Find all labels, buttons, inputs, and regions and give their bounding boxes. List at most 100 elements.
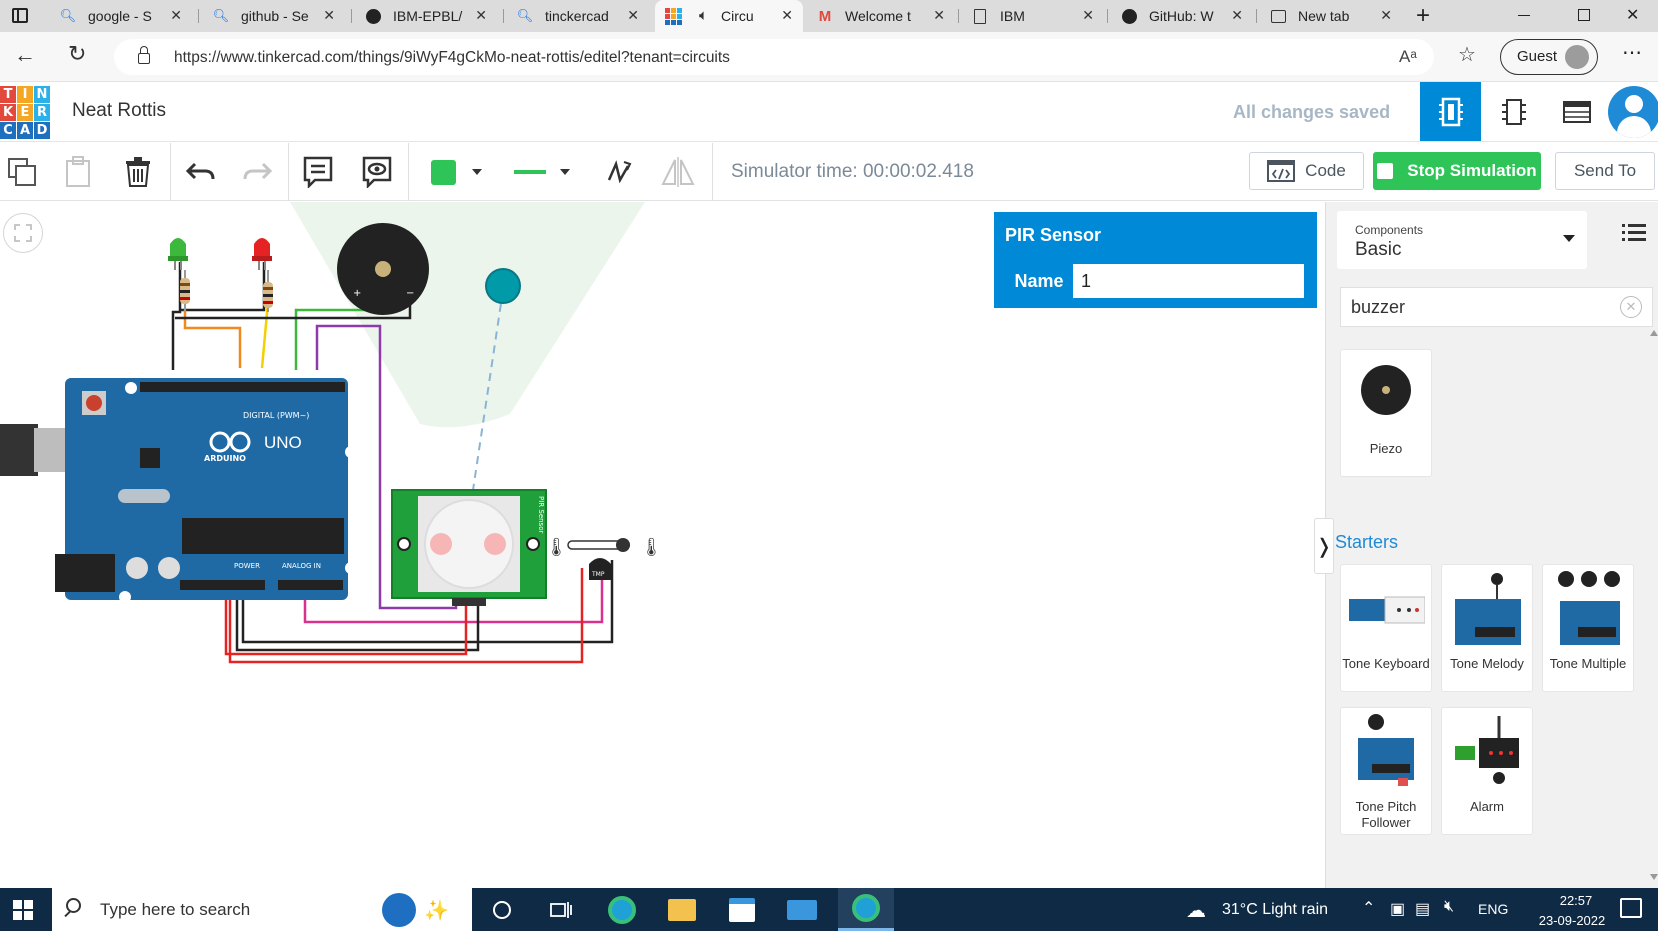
network-icon[interactable]: ▤	[1415, 899, 1430, 919]
collapse-panel-button[interactable]: ❭	[1314, 518, 1334, 574]
taskbar-file-explorer[interactable]	[662, 888, 702, 931]
circuit-canvas[interactable]: + − DIGITAL (PWM~) UNO ARDUINO POWER ANA…	[0, 202, 1325, 888]
notifications-icon[interactable]	[1620, 898, 1642, 918]
tab-google[interactable]: 🔍︎ google - S ✕	[50, 0, 192, 32]
clock-date[interactable]: 23-09-2022	[1527, 913, 1617, 928]
more-icon[interactable]: ⋯	[1622, 40, 1643, 65]
list-view-button[interactable]	[1622, 224, 1646, 247]
delete-button[interactable]	[118, 143, 158, 201]
search-highlight-icon[interactable]	[382, 893, 416, 927]
weather-text[interactable]: 31°C Light rain	[1222, 901, 1328, 919]
tab-github-w[interactable]: GitHub: W ✕	[1111, 0, 1253, 32]
new-tab-plus-icon[interactable]: +	[1416, 2, 1430, 30]
starter-card-tone-melody[interactable]: Tone Melody	[1441, 564, 1533, 692]
close-icon[interactable]: ✕	[170, 7, 182, 24]
tab-github-search[interactable]: 🔍︎ github - Se ✕	[203, 0, 345, 32]
close-icon[interactable]: ✕	[1231, 7, 1243, 24]
components-dropdown[interactable]: Components Basic	[1337, 211, 1587, 269]
starter-card-alarm[interactable]: Alarm	[1441, 707, 1533, 835]
tab-circuits-active[interactable]: 🔈︎ Circu ✕	[655, 0, 803, 32]
temperature-slider[interactable]: 🌡︎ 🌡︎	[545, 537, 663, 558]
undo-button[interactable]	[180, 143, 220, 201]
meet-now-icon[interactable]: ▣	[1390, 899, 1405, 919]
task-view-button[interactable]	[546, 888, 576, 931]
tab-new-tab[interactable]: New tab ✕	[1260, 0, 1402, 32]
schematic-view-button[interactable]	[1483, 82, 1544, 141]
copy-button[interactable]	[2, 143, 42, 201]
component-list-button[interactable]	[1546, 82, 1607, 141]
close-icon[interactable]: ✕	[1380, 7, 1392, 24]
send-to-button[interactable]: Send To	[1555, 152, 1655, 190]
color-picker[interactable]	[420, 143, 492, 201]
language-indicator[interactable]: ENG	[1478, 901, 1508, 917]
weather-icon[interactable]: ☁	[1186, 898, 1206, 923]
close-icon[interactable]: ✕	[475, 7, 487, 24]
window-close-icon[interactable]: ✕	[1626, 5, 1639, 25]
cortana-button[interactable]	[487, 888, 517, 931]
restore-icon[interactable]	[1578, 9, 1590, 21]
favorites-icon[interactable]: ☆	[1458, 42, 1476, 67]
back-icon[interactable]: ←	[14, 42, 36, 68]
reload-icon[interactable]: ↻	[68, 41, 86, 67]
project-title[interactable]: Neat Rottis	[72, 100, 166, 122]
arduino-uno-board[interactable]: DIGITAL (PWM~) UNO ARDUINO POWER ANALOG …	[0, 378, 357, 603]
taskbar-search[interactable]: Type here to search ✨	[52, 888, 472, 931]
scroll-down-icon[interactable]	[1650, 874, 1658, 880]
close-icon[interactable]: ✕	[627, 7, 639, 24]
lock-icon[interactable]	[138, 53, 150, 64]
close-icon[interactable]: ✕	[781, 7, 793, 24]
tab-actions-icon[interactable]	[12, 8, 28, 23]
taskbar-edge-active[interactable]	[838, 888, 894, 931]
profile-button[interactable]: Guest	[1500, 39, 1598, 75]
wire-black-led[interactable]	[171, 262, 182, 370]
wire-black-led2[interactable]	[180, 262, 266, 312]
start-button[interactable]	[0, 888, 46, 931]
chevron-up-icon[interactable]: ⌃	[1362, 898, 1375, 918]
rotate-button[interactable]	[598, 143, 638, 201]
clear-search-icon[interactable]: ✕	[1620, 296, 1642, 318]
motion-target[interactable]	[485, 268, 521, 304]
tmp36-sensor[interactable]: TMP	[589, 558, 611, 580]
tab-tinckercad-search[interactable]: 🔍︎ tinckercad ✕	[507, 0, 649, 32]
paste-button[interactable]	[58, 143, 98, 201]
minimize-icon[interactable]	[1518, 15, 1530, 16]
resistor-1[interactable]	[180, 270, 190, 312]
redo-button[interactable]	[238, 143, 278, 201]
read-aloud-icon[interactable]: Aᵃ	[1399, 47, 1417, 67]
taskbar-store[interactable]	[722, 888, 762, 931]
starter-card-tone-keyboard[interactable]: Tone Keyboard	[1340, 564, 1432, 692]
taskbar-edge[interactable]	[602, 888, 642, 931]
taskbar-mail[interactable]	[782, 888, 822, 931]
led-red[interactable]	[252, 238, 272, 270]
code-button[interactable]: Code	[1249, 152, 1364, 190]
tab-ibm[interactable]: IBM ✕	[962, 0, 1104, 32]
component-search-input[interactable]	[1351, 288, 1611, 326]
wire-type-picker[interactable]	[506, 143, 578, 201]
address-field[interactable]: https://www.tinkercad.com/things/9iWyF4g…	[114, 39, 1434, 75]
circuit-drawing[interactable]: + − DIGITAL (PWM~) UNO ARDUINO POWER ANA…	[0, 202, 700, 682]
starter-card-tone-pitch-follower[interactable]: Tone Pitch Follower	[1340, 707, 1432, 835]
tinkercad-logo[interactable]: T I N K E R C A D	[0, 86, 50, 139]
flip-button[interactable]	[658, 143, 698, 201]
clock-time[interactable]: 22:57	[1540, 893, 1612, 908]
close-icon[interactable]: ✕	[933, 7, 945, 24]
close-icon[interactable]: ✕	[1082, 7, 1094, 24]
stop-simulation-button[interactable]: Stop Simulation	[1373, 152, 1541, 190]
inspector-name-field[interactable]: 1	[1081, 271, 1091, 292]
pir-sensor[interactable]: PIR Sensor	[391, 489, 547, 606]
led-green[interactable]	[168, 238, 188, 270]
volume-muted-icon[interactable]: 🔇︎	[1444, 898, 1454, 916]
tab-ibm-epbl[interactable]: IBM-EPBL/ ✕	[355, 0, 497, 32]
notes-visibility-button[interactable]	[357, 143, 397, 201]
wire-green[interactable]	[294, 300, 367, 370]
close-icon[interactable]: ✕	[323, 7, 335, 24]
sidebar-scrollbar[interactable]	[1648, 330, 1658, 880]
piezo-buzzer[interactable]: + −	[337, 223, 429, 315]
circuit-view-button[interactable]	[1420, 82, 1481, 141]
component-card-piezo[interactable]: Piezo	[1340, 349, 1432, 477]
scroll-up-icon[interactable]	[1650, 330, 1658, 336]
tab-gmail[interactable]: M Welcome t ✕	[807, 0, 955, 32]
user-avatar[interactable]	[1608, 86, 1658, 138]
starter-card-tone-multiple[interactable]: Tone Multiple	[1542, 564, 1634, 692]
notes-button[interactable]	[298, 143, 338, 201]
